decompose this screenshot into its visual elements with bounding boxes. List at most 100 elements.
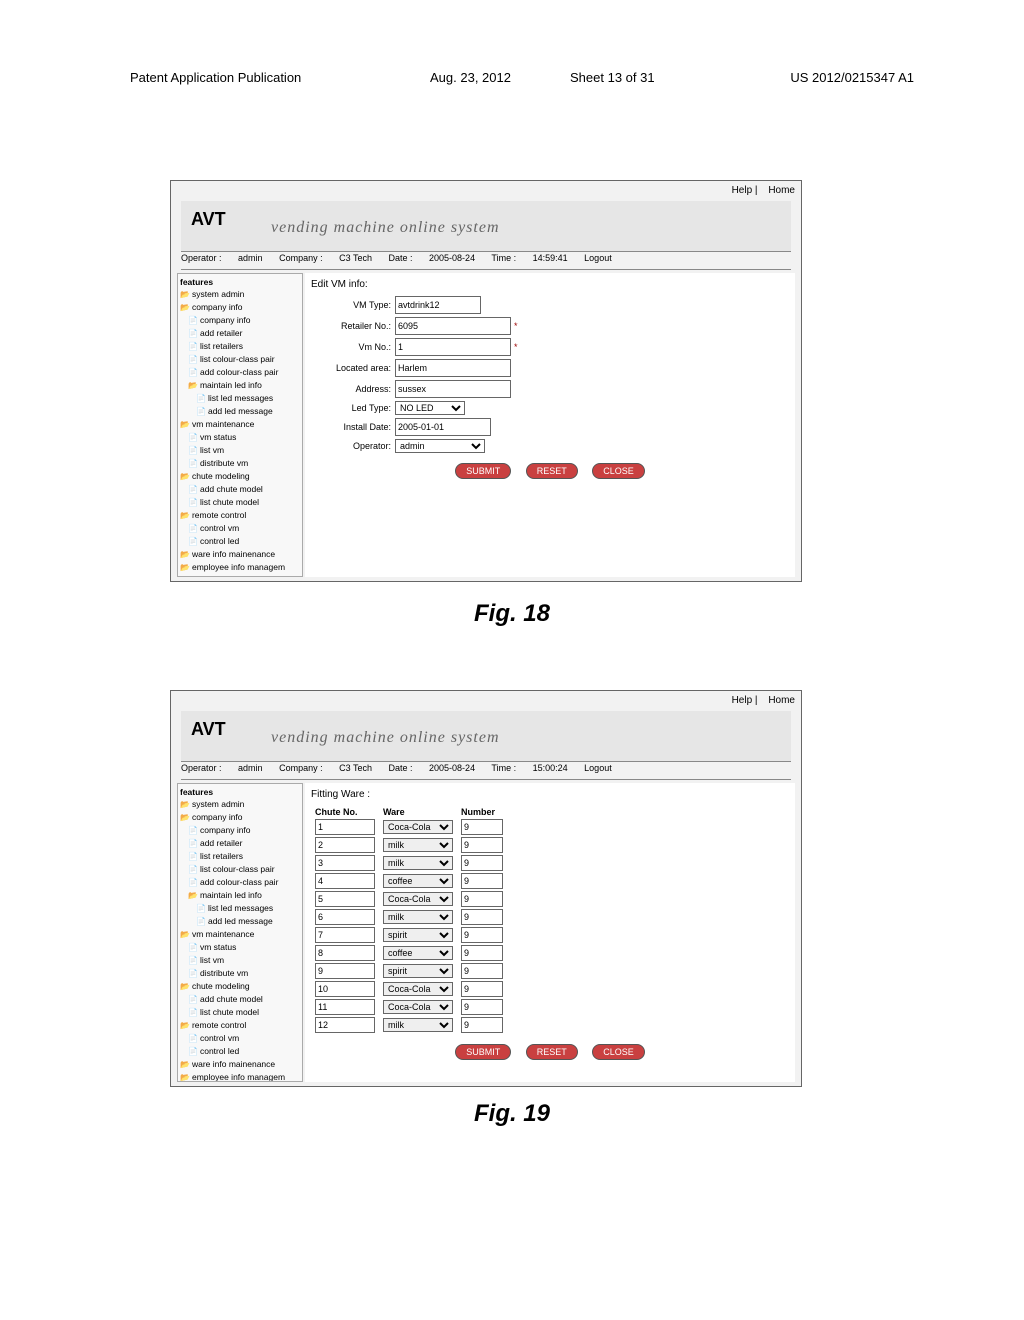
- help-link[interactable]: Help: [732, 695, 753, 706]
- vm-type-input[interactable]: [395, 296, 481, 314]
- sidebar-item[interactable]: add led message: [180, 915, 300, 928]
- install-date-input[interactable]: [395, 418, 491, 436]
- sidebar-item[interactable]: marketing analysis: [180, 574, 300, 577]
- chute-no-input[interactable]: [315, 855, 375, 871]
- sidebar-item[interactable]: vm status: [180, 941, 300, 954]
- chute-no-input[interactable]: [315, 909, 375, 925]
- sidebar-item[interactable]: remote control: [180, 509, 300, 522]
- ware-select[interactable]: spirit: [383, 928, 453, 942]
- sidebar-item[interactable]: list chute model: [180, 1006, 300, 1019]
- sidebar-item[interactable]: list vm: [180, 954, 300, 967]
- sidebar-item[interactable]: ware info mainenance: [180, 548, 300, 561]
- sidebar-item[interactable]: system admin: [180, 288, 300, 301]
- sidebar-item[interactable]: vm maintenance: [180, 928, 300, 941]
- sidebar-item[interactable]: employee info managem: [180, 1071, 300, 1082]
- ware-select[interactable]: Coca-Cola: [383, 1000, 453, 1014]
- ware-select[interactable]: spirit: [383, 964, 453, 978]
- operator-select[interactable]: admin: [395, 439, 485, 453]
- number-input[interactable]: [461, 891, 503, 907]
- close-button[interactable]: CLOSE: [592, 463, 645, 479]
- sidebar-item[interactable]: list vm: [180, 444, 300, 457]
- sidebar-item[interactable]: list chute model: [180, 496, 300, 509]
- sidebar-item[interactable]: vm status: [180, 431, 300, 444]
- ware-select[interactable]: Coca-Cola: [383, 982, 453, 996]
- logout-link[interactable]: Logout: [584, 253, 612, 263]
- chute-no-input[interactable]: [315, 927, 375, 943]
- submit-button[interactable]: SUBMIT: [455, 463, 511, 479]
- sidebar-item[interactable]: company info: [180, 824, 300, 837]
- sidebar-item[interactable]: add chute model: [180, 993, 300, 1006]
- sidebar-item[interactable]: add colour-class pair: [180, 876, 300, 889]
- sidebar-item[interactable]: ware info mainenance: [180, 1058, 300, 1071]
- home-link[interactable]: Home: [768, 185, 795, 196]
- ware-select[interactable]: coffee: [383, 946, 453, 960]
- number-input[interactable]: [461, 927, 503, 943]
- sidebar-item[interactable]: company info: [180, 811, 300, 824]
- reset-button[interactable]: RESET: [526, 463, 578, 479]
- sidebar-item[interactable]: maintain led info: [180, 889, 300, 902]
- sidebar-item[interactable]: vm maintenance: [180, 418, 300, 431]
- sidebar-item[interactable]: list led messages: [180, 902, 300, 915]
- chute-no-input[interactable]: [315, 1017, 375, 1033]
- sidebar-item[interactable]: chute modeling: [180, 980, 300, 993]
- chute-no-input[interactable]: [315, 963, 375, 979]
- logout-link[interactable]: Logout: [584, 763, 612, 773]
- sidebar-item[interactable]: remote control: [180, 1019, 300, 1032]
- number-input[interactable]: [461, 1017, 503, 1033]
- ware-select[interactable]: milk: [383, 838, 453, 852]
- sidebar-item[interactable]: list retailers: [180, 340, 300, 353]
- chute-no-input[interactable]: [315, 819, 375, 835]
- number-input[interactable]: [461, 855, 503, 871]
- close-button[interactable]: CLOSE: [592, 1044, 645, 1060]
- located-area-input[interactable]: [395, 359, 511, 377]
- number-input[interactable]: [461, 963, 503, 979]
- reset-button[interactable]: RESET: [526, 1044, 578, 1060]
- sidebar-item[interactable]: employee info managem: [180, 561, 300, 574]
- sidebar-tree[interactable]: features system admincompany infocompany…: [177, 783, 303, 1082]
- sidebar-item[interactable]: list colour-class pair: [180, 353, 300, 366]
- chute-no-input[interactable]: [315, 945, 375, 961]
- sidebar-item[interactable]: add retailer: [180, 327, 300, 340]
- retailer-no-input[interactable]: [395, 317, 511, 335]
- chute-no-input[interactable]: [315, 837, 375, 853]
- home-link[interactable]: Home: [768, 695, 795, 706]
- ware-select[interactable]: milk: [383, 856, 453, 870]
- ware-select[interactable]: coffee: [383, 874, 453, 888]
- sidebar-item[interactable]: add chute model: [180, 483, 300, 496]
- sidebar-item[interactable]: control vm: [180, 522, 300, 535]
- sidebar-item[interactable]: chute modeling: [180, 470, 300, 483]
- sidebar-item[interactable]: company info: [180, 301, 300, 314]
- number-input[interactable]: [461, 837, 503, 853]
- sidebar-item[interactable]: list colour-class pair: [180, 863, 300, 876]
- sidebar-item[interactable]: list led messages: [180, 392, 300, 405]
- sidebar-item[interactable]: add colour-class pair: [180, 366, 300, 379]
- help-link[interactable]: Help: [732, 185, 753, 196]
- submit-button[interactable]: SUBMIT: [455, 1044, 511, 1060]
- chute-no-input[interactable]: [315, 981, 375, 997]
- ware-select[interactable]: Coca-Cola: [383, 820, 453, 834]
- sidebar-item[interactable]: company info: [180, 314, 300, 327]
- number-input[interactable]: [461, 819, 503, 835]
- sidebar-item[interactable]: distribute vm: [180, 457, 300, 470]
- address-input[interactable]: [395, 380, 511, 398]
- sidebar-tree[interactable]: features system admincompany infocompany…: [177, 273, 303, 577]
- sidebar-item[interactable]: list retailers: [180, 850, 300, 863]
- number-input[interactable]: [461, 981, 503, 997]
- sidebar-item[interactable]: add led message: [180, 405, 300, 418]
- sidebar-item[interactable]: control led: [180, 1045, 300, 1058]
- ware-select[interactable]: milk: [383, 910, 453, 924]
- sidebar-item[interactable]: add retailer: [180, 837, 300, 850]
- chute-no-input[interactable]: [315, 873, 375, 889]
- sidebar-item[interactable]: system admin: [180, 798, 300, 811]
- sidebar-item[interactable]: maintain led info: [180, 379, 300, 392]
- number-input[interactable]: [461, 999, 503, 1015]
- number-input[interactable]: [461, 909, 503, 925]
- sidebar-item[interactable]: control vm: [180, 1032, 300, 1045]
- ware-select[interactable]: Coca-Cola: [383, 892, 453, 906]
- number-input[interactable]: [461, 945, 503, 961]
- sidebar-item[interactable]: distribute vm: [180, 967, 300, 980]
- number-input[interactable]: [461, 873, 503, 889]
- vm-no-input[interactable]: [395, 338, 511, 356]
- chute-no-input[interactable]: [315, 999, 375, 1015]
- ware-select[interactable]: milk: [383, 1018, 453, 1032]
